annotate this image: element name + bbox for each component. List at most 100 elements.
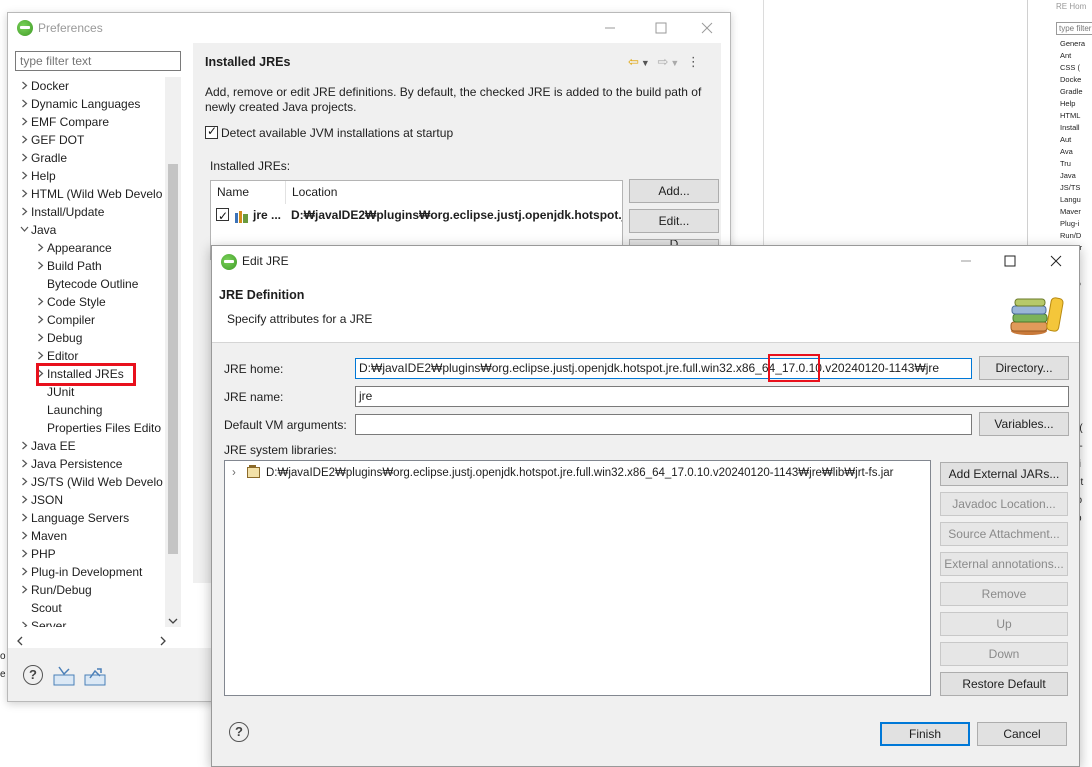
chevron-down-icon[interactable] <box>17 222 31 240</box>
back-arrow-icon[interactable]: ⇦ <box>628 54 641 69</box>
minimize-icon[interactable] <box>598 17 622 39</box>
tree-item[interactable]: Run/Debug <box>15 581 92 599</box>
column-header-name[interactable]: Name <box>211 181 285 204</box>
chevron-right-icon[interactable] <box>17 474 31 492</box>
chevron-right-icon[interactable] <box>33 294 47 312</box>
tree-item[interactable]: Bytecode Outline <box>15 275 138 293</box>
add-jre-button[interactable]: Add... <box>629 179 719 203</box>
tree-item[interactable]: Debug <box>15 329 82 347</box>
jre-home-input[interactable]: D:₩javaIDE2₩plugins₩org.eclipse.justj.op… <box>355 358 972 379</box>
tree-item[interactable]: Compiler <box>15 311 95 329</box>
remove-button[interactable]: Remove <box>940 582 1068 606</box>
vm-arguments-input[interactable] <box>355 414 972 435</box>
tree-item[interactable]: Java EE <box>15 437 76 455</box>
tree-item[interactable]: Java Persistence <box>15 455 122 473</box>
tree-item[interactable]: Docker <box>15 77 69 95</box>
forward-arrow-icon[interactable]: ⇨ <box>657 54 670 69</box>
javadoc-location-button[interactable]: Javadoc Location... <box>940 492 1068 516</box>
back-dropdown-icon[interactable]: ▼ <box>641 58 652 68</box>
edit-jre-button[interactable]: Edit... <box>629 209 719 233</box>
tree-item[interactable]: Launching <box>15 401 102 419</box>
tree-item[interactable]: Dynamic Languages <box>15 95 140 113</box>
variables-button[interactable]: Variables... <box>979 412 1069 436</box>
tree-item[interactable]: Maven <box>15 527 67 545</box>
cancel-button[interactable]: Cancel <box>977 722 1067 746</box>
system-libraries-list[interactable]: › D:₩javaIDE2₩plugins₩org.eclipse.justj.o… <box>224 460 931 696</box>
chevron-right-icon[interactable] <box>17 618 31 627</box>
maximize-icon[interactable] <box>998 250 1022 272</box>
chevron-right-icon[interactable] <box>17 546 31 564</box>
list-item[interactable]: › D:₩javaIDE2₩plugins₩org.eclipse.justj.o… <box>232 465 893 479</box>
chevron-right-icon[interactable] <box>17 132 31 150</box>
help-icon[interactable]: ? <box>229 722 249 742</box>
tree-item[interactable]: Help <box>15 167 56 185</box>
tree-item[interactable]: PHP <box>15 545 56 563</box>
chevron-right-icon[interactable] <box>33 240 47 258</box>
tree-item[interactable]: HTML (Wild Web Develo <box>15 185 162 203</box>
tree-item[interactable]: Code Style <box>15 293 106 311</box>
tree-item[interactable]: Build Path <box>15 257 102 275</box>
external-annotations-button[interactable]: External annotations... <box>940 552 1068 576</box>
jre-checked-icon[interactable] <box>216 206 229 225</box>
chevron-right-icon[interactable] <box>17 78 31 96</box>
table-row[interactable]: jre ... D:₩javaIDE2₩plugins₩org.eclipse.… <box>211 205 622 225</box>
export-icon[interactable] <box>84 666 106 686</box>
preferences-filter-input[interactable] <box>15 51 181 71</box>
chevron-right-icon[interactable] <box>33 312 47 330</box>
chevron-right-icon[interactable] <box>17 168 31 186</box>
restore-default-button[interactable]: Restore Default <box>940 672 1068 696</box>
scroll-down-icon[interactable] <box>168 617 178 625</box>
checkbox-checked-icon[interactable] <box>205 124 218 139</box>
column-header-location[interactable]: Location <box>285 181 622 204</box>
source-attachment-button[interactable]: Source Attachment... <box>940 522 1068 546</box>
forward-dropdown-icon[interactable]: ▼ <box>670 58 681 68</box>
chevron-right-icon[interactable] <box>33 330 47 348</box>
tree-item[interactable]: Gradle <box>15 149 67 167</box>
tree-item[interactable]: JS/TS (Wild Web Develo <box>15 473 163 491</box>
chevron-right-icon[interactable] <box>17 150 31 168</box>
preferences-tree[interactable]: Docker Dynamic Languages EMF Compare GEF DO… <box>15 77 179 627</box>
menu-icon[interactable]: ⋮ <box>687 54 702 69</box>
chevron-right-icon[interactable] <box>17 204 31 222</box>
import-icon[interactable] <box>53 666 75 686</box>
chevron-right-icon[interactable] <box>17 186 31 204</box>
chevron-right-icon[interactable] <box>17 96 31 114</box>
tree-item[interactable]: Properties Files Edito <box>15 419 161 437</box>
add-external-jars-button[interactable]: Add External JARs... <box>940 462 1068 486</box>
maximize-icon[interactable] <box>649 17 673 39</box>
tree-item[interactable]: Appearance <box>15 239 112 257</box>
finish-button[interactable]: Finish <box>880 722 970 746</box>
chevron-right-icon[interactable] <box>17 528 31 546</box>
tree-horizontal-scrollbar[interactable] <box>15 633 181 647</box>
scroll-left-icon[interactable] <box>15 636 25 646</box>
down-button[interactable]: Down <box>940 642 1068 666</box>
jre-name-input[interactable]: jre <box>355 386 1069 407</box>
chevron-right-icon[interactable] <box>17 582 31 600</box>
close-icon[interactable] <box>695 17 719 39</box>
tree-item[interactable]: Language Servers <box>15 509 129 527</box>
tree-item[interactable]: JSON <box>15 491 63 509</box>
expand-icon[interactable]: › <box>232 467 244 479</box>
chevron-right-icon[interactable] <box>17 456 31 474</box>
help-icon[interactable]: ? <box>23 665 43 685</box>
chevron-right-icon[interactable] <box>17 114 31 132</box>
tree-item[interactable]: Scout <box>15 599 62 617</box>
tree-item[interactable]: Java <box>15 221 56 239</box>
close-icon[interactable] <box>1044 250 1068 272</box>
tree-item[interactable]: EMF Compare <box>15 113 109 131</box>
up-button[interactable]: Up <box>940 612 1068 636</box>
tree-scroll-thumb[interactable] <box>168 164 178 554</box>
chevron-right-icon[interactable] <box>17 564 31 582</box>
scroll-right-icon[interactable] <box>158 636 168 646</box>
tree-item[interactable]: Server <box>15 617 66 627</box>
detect-jvm-checkbox[interactable]: Detect available JVM installations at st… <box>205 124 453 140</box>
tree-item[interactable]: GEF DOT <box>15 131 84 149</box>
tree-vertical-scrollbar[interactable] <box>165 77 181 627</box>
tree-item[interactable]: Install/Update <box>15 203 104 221</box>
chevron-right-icon[interactable] <box>17 510 31 528</box>
chevron-right-icon[interactable] <box>17 438 31 456</box>
tree-item[interactable]: Plug-in Development <box>15 563 142 581</box>
chevron-right-icon[interactable] <box>33 258 47 276</box>
chevron-right-icon[interactable] <box>17 492 31 510</box>
minimize-icon[interactable] <box>954 250 978 272</box>
